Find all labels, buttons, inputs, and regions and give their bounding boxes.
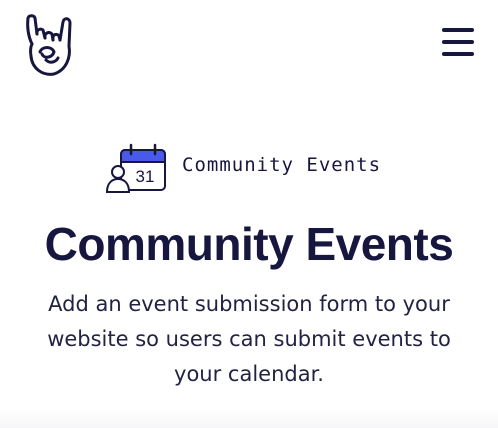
eyebrow: 31 Community Events [0,138,498,198]
page-description: Add an event submission form to your web… [47,292,451,386]
eyebrow-label: Community Events [182,154,382,176]
page-title: Community Events [44,218,454,270]
hamburger-menu-button[interactable] [438,24,478,60]
site-header [0,0,498,90]
calendar-user-icon: 31 [104,142,168,194]
section-divider [0,410,498,428]
rock-hand-logo-icon[interactable] [22,12,80,78]
menu-line [442,40,474,44]
calendar-day: 31 [136,167,155,186]
menu-line [442,28,474,32]
menu-line [442,52,474,56]
